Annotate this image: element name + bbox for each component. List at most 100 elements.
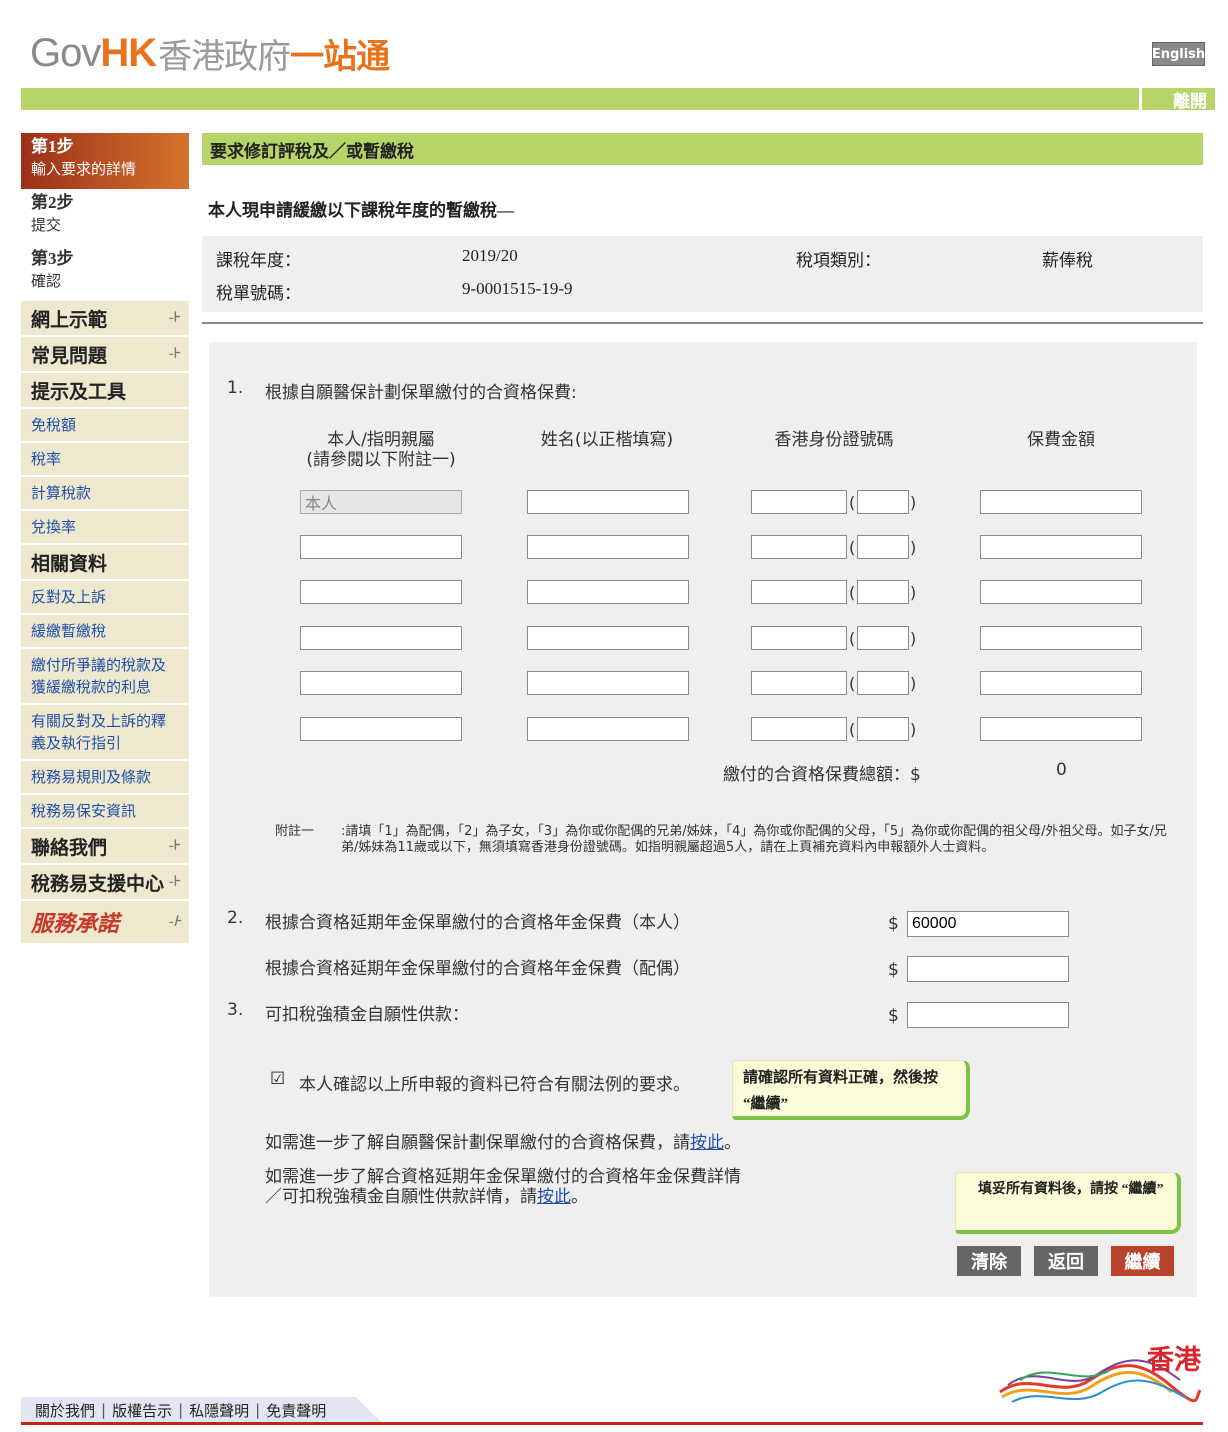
footer-red-line [21,1422,1203,1425]
relation-input[interactable] [300,717,462,741]
step-title: 第1步 [31,137,74,156]
hkid-input[interactable] [751,490,847,514]
name-input[interactable] [527,671,689,695]
hkid-check-digit-input[interactable] [857,626,909,650]
page-title: 要求修訂評稅及／或暫繳稅 [202,133,1203,165]
sidebar-item-service-pledge[interactable]: 服務承諾 -⊦ [21,901,189,945]
premium-amount-input[interactable] [980,490,1142,514]
clear-button[interactable]: 清除 [957,1246,1021,1276]
paren-close: ) [910,674,917,693]
col-header-relation: 本人/指明親屬 (請參閱以下附註一) [306,430,456,470]
file-no-label: 稅單號碼： [216,284,301,303]
sidebar-item-tax-rates[interactable]: 稅率 [21,443,189,477]
total-premium-value: 0 [1056,760,1067,780]
section-divider [202,322,1203,324]
footer-link-about[interactable]: 關於我們 [35,1400,95,1421]
paren-open: ( [849,720,856,739]
paren-close: ) [910,583,917,602]
top-green-bar [21,88,1215,110]
relation-input[interactable] [300,535,462,559]
info-line-1: 如需進一步了解自願醫保計劃保單繳付的合資格保費，請按此。 [265,1133,741,1153]
hkid-input[interactable] [751,671,847,695]
mpf-voluntary-input[interactable] [907,1002,1069,1028]
vhis-info-link[interactable]: 按此 [690,1133,724,1153]
relation-input[interactable] [300,626,462,650]
hkid-check-digit-input[interactable] [857,490,909,514]
sidebar-item-tax-calculator[interactable]: 計算稅款 [21,477,189,511]
q3-number: 3. [227,1000,244,1020]
footer-link-privacy[interactable]: 私隱聲明 [189,1400,249,1421]
hkid-input[interactable] [751,626,847,650]
confirm-checkbox[interactable]: ☑ [270,1071,286,1088]
expand-arrow-icon: -⊦ [169,838,181,854]
premium-amount-input[interactable] [980,717,1142,741]
sidebar-item-contact-us[interactable]: 聯絡我們 -⊦ [21,829,189,865]
confirm-text: 本人確認以上所申報的資料已符合有關法例的要求。 [299,1075,690,1095]
brand-hong-kong-logo: 香港 [990,1340,1205,1410]
service-pledge-logo: 服務承諾 [31,911,120,936]
relation-input[interactable] [300,580,462,604]
hkid-check-digit-input[interactable] [857,671,909,695]
total-premium-label: 繳付的合資格保費總額：$ [723,765,921,785]
premium-amount-input[interactable] [980,626,1142,650]
sidebar-item-exchange-rates[interactable]: 兌換率 [21,511,189,545]
sidebar-item-etax-security[interactable]: 稅務易保安資訊 [21,795,189,829]
sidebar-item-holdover-provisional-tax[interactable]: 緩繳暫繳稅 [21,615,189,649]
footer-links: 關於我們 | 版權告示 | 私隱聲明 | 免責聲明 [21,1397,326,1423]
currency-symbol: $ [888,960,899,980]
premium-amount-input[interactable] [980,671,1142,695]
year-value: 2019/20 [462,246,518,265]
note-text: :請填「1」為配偶，「2」為子女，「3」為你或你配偶的兄弟/姊妹，「4」為你或你… [341,824,1167,855]
hkid-input[interactable] [751,580,847,604]
footer-link-copyright[interactable]: 版權告示 [112,1400,172,1421]
sidebar-item-etax-terms[interactable]: 稅務易規則及條款 [21,761,189,795]
annuity-mpf-info-link[interactable]: 按此 [537,1187,571,1207]
step-title: 第2步 [31,193,74,212]
back-button[interactable]: 返回 [1034,1246,1098,1276]
expand-arrow-icon: -⊦ [169,914,181,930]
sidebar-item-online-demo[interactable]: 網上示範 -⊦ [21,301,189,337]
sidebar-item-allowances[interactable]: 免稅額 [21,409,189,443]
continue-button[interactable]: 繼續 [1111,1246,1174,1276]
annuity-self-input[interactable] [907,911,1069,937]
tax-info-box: 課稅年度： 2019/20 稅項類別： 薪俸稅 稅單號碼： 9-0001515-… [202,236,1203,312]
logo-hk-text: HK [100,30,157,75]
govhk-logo[interactable]: Gov HK 香港政府 一站通 [30,30,390,77]
sidebar-item-disputed-tax-interest[interactable]: 繳付所爭議的稅款及獲緩繳稅款的利息 [21,649,189,705]
footer-separator: | [178,1401,184,1419]
q1-number: 1. [227,378,244,398]
premium-amount-input[interactable] [980,535,1142,559]
name-input[interactable] [527,535,689,559]
hkid-check-digit-input[interactable] [857,717,909,741]
sidebar-item-objections-appeals[interactable]: 反對及上訴 [21,581,189,615]
confirm-tooltip: 請確認所有資料正確，然後按 “繼續” [732,1060,970,1120]
logo-gov-text: Gov [30,30,101,75]
premium-amount-input[interactable] [980,580,1142,604]
hkid-check-digit-input[interactable] [857,580,909,604]
hkid-input[interactable] [751,535,847,559]
name-input[interactable] [527,490,689,514]
expand-arrow-icon: -⊦ [169,346,181,362]
logo-cn-text: 香港政府 [158,36,291,77]
annuity-spouse-input[interactable] [907,956,1069,982]
name-input[interactable] [527,580,689,604]
language-button[interactable]: English [1152,42,1205,66]
name-input[interactable] [527,717,689,741]
exit-button[interactable]: 離開 [1139,88,1215,112]
name-input[interactable] [527,626,689,650]
sidebar-item-faq[interactable]: 常見問題 -⊦ [21,337,189,373]
file-no-value: 9-0001515-19-9 [462,279,573,298]
footer-link-disclaimer[interactable]: 免責聲明 [266,1400,326,1421]
sidebar-item-support-centre[interactable]: 稅務易支援中心 -⊦ [21,865,189,901]
relation-input [300,490,462,514]
relation-input[interactable] [300,671,462,695]
hkid-check-digit-input[interactable] [857,535,909,559]
paren-close: ) [910,493,917,512]
sidebar-heading-tips-tools: 提示及工具 [21,373,189,409]
step-1: 第1步 輸入要求的詳情 [21,133,189,189]
step-title: 第3步 [31,249,74,268]
sidebar-item-appeal-guidelines[interactable]: 有關反對及上訴的釋義及執行指引 [21,705,189,761]
note-label: 附註一 [275,824,315,839]
hkid-input[interactable] [751,717,847,741]
info-line-2: 如需進一步了解合資格延期年金保單繳付的合資格年金保費詳情 ／可扣稅強積金自願性供… [265,1167,741,1207]
